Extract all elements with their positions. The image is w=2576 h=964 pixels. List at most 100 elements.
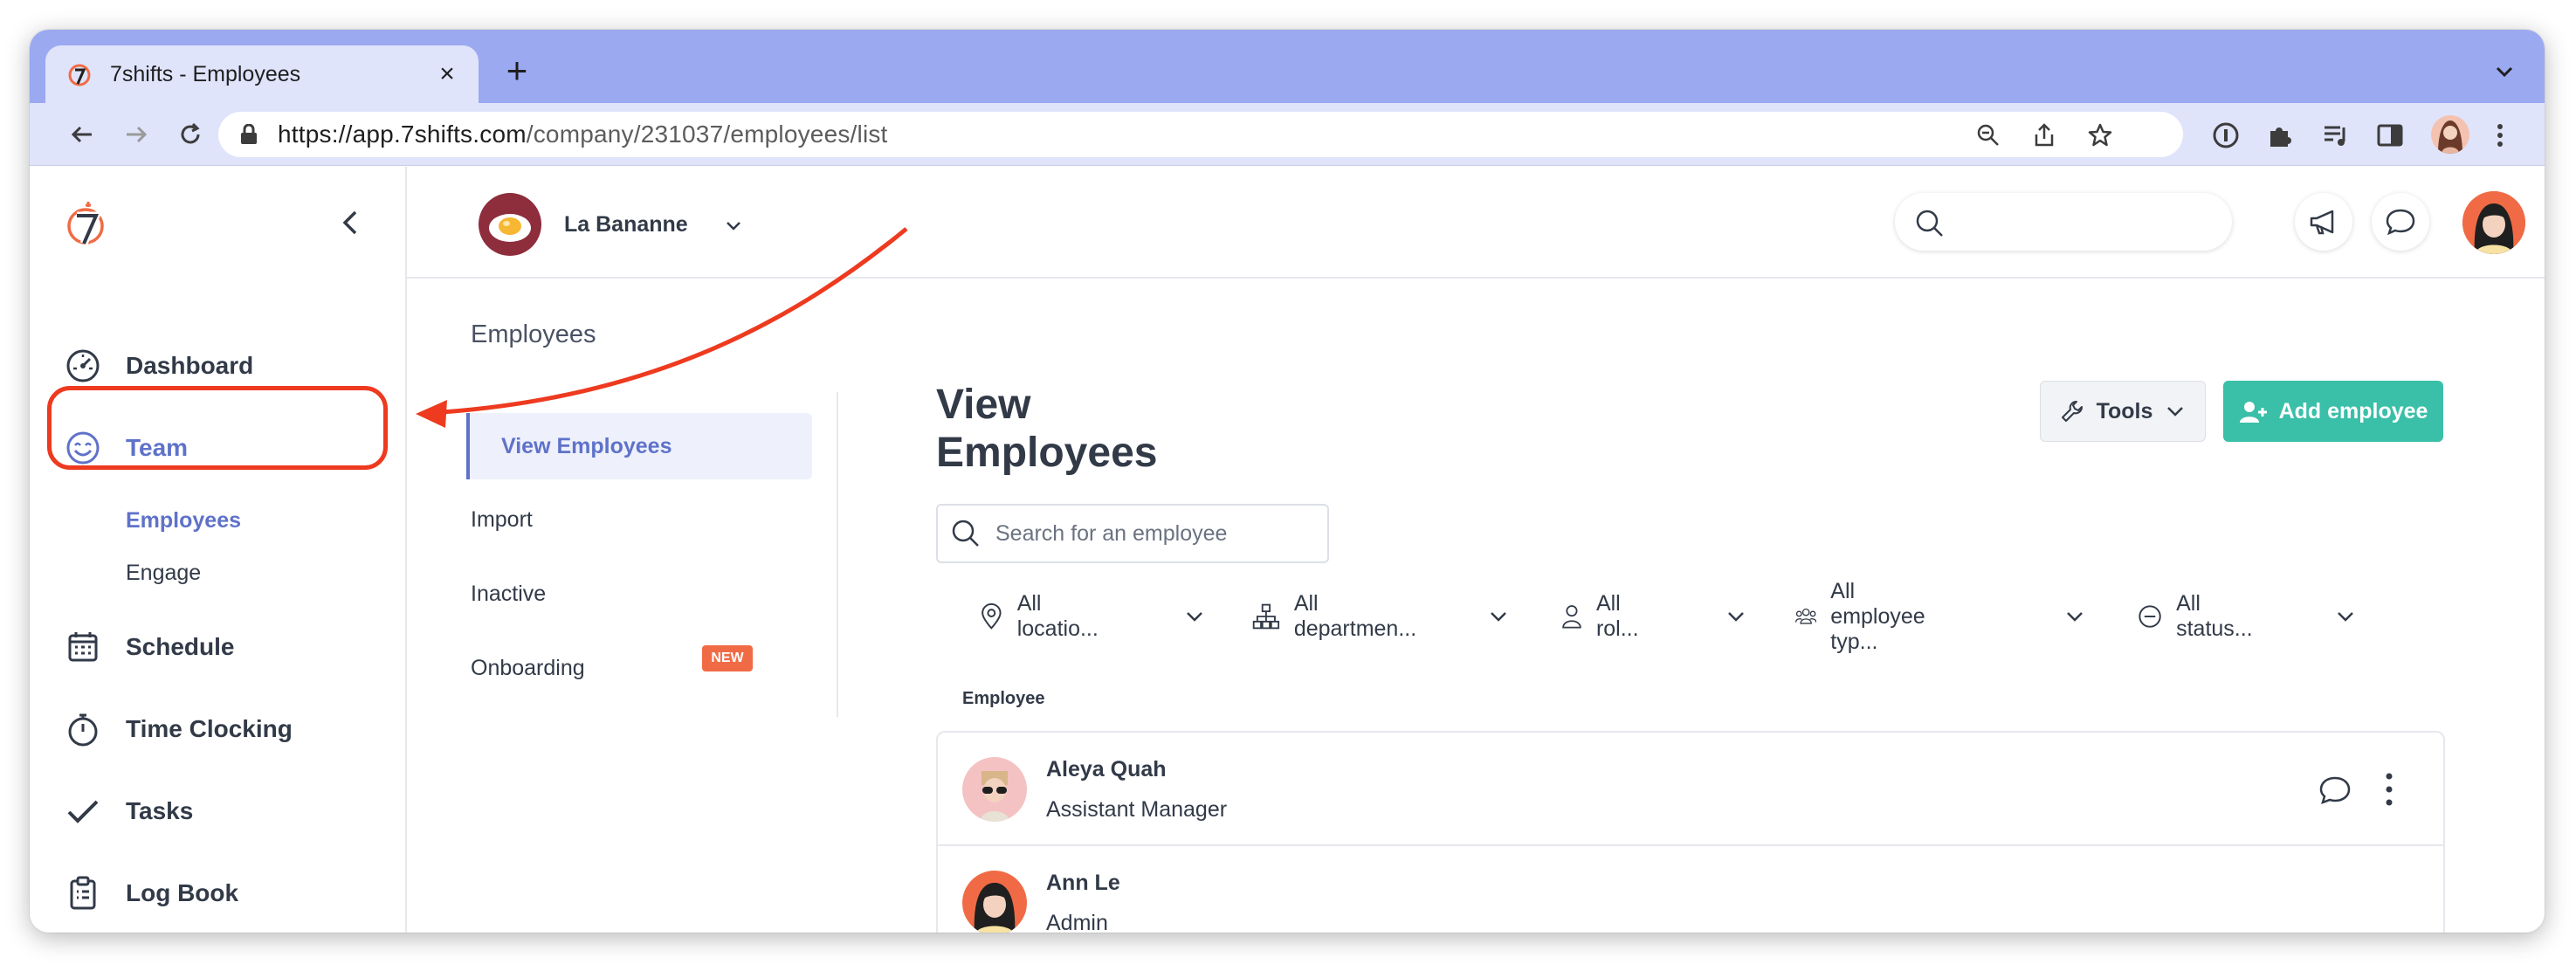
subnav-item-onboarding[interactable]: Onboarding [471,656,585,681]
profile-avatar[interactable] [2431,115,2469,154]
add-employee-button[interactable]: Add employee [2223,381,2443,442]
employee-name[interactable]: Ann Le [1046,871,1120,896]
table-row[interactable]: Aleya Quah Assistant Manager [938,733,2443,846]
filter-departments[interactable]: All departmen... [1252,591,1506,641]
side-panel-icon[interactable] [2375,120,2405,150]
url-domain: https://app.7shifts.com [278,120,527,148]
7shifts-logo-icon[interactable] [65,198,110,247]
back-arrow-icon[interactable] [63,115,101,154]
messages-button[interactable] [2372,193,2429,251]
org-icon [1252,603,1280,630]
location-avatar[interactable] [479,193,541,256]
filter-locations[interactable]: All locatio... [980,591,1202,641]
chevron-down-icon [2067,612,2083,622]
person-icon [1562,605,1581,629]
browser-tab[interactable]: 7shifts - Employees × [45,45,479,103]
reload-icon[interactable] [171,115,210,154]
user-avatar[interactable] [2462,191,2525,254]
filter-label: All rol... [1595,591,1639,641]
filter-label: All employee typ... [1830,578,1925,654]
lock-icon [241,124,257,144]
gauge-icon [65,348,101,384]
sidebar-item-tasks[interactable]: Tasks [65,785,193,837]
table-row[interactable]: Ann Le Admin [938,846,2443,933]
clipboard-icon [65,875,101,912]
employee-search[interactable] [936,504,1329,563]
add-user-icon [2239,402,2267,423]
employee-avatar [962,871,1027,933]
browser-toolbar: https://app.7shifts.com/company/231037/e… [30,103,2545,166]
employee-name[interactable]: Aleya Quah [1046,757,1167,782]
new-tab-button[interactable]: + [499,52,534,89]
calendar-icon [65,629,101,665]
sidebar-item-time-clocking[interactable]: Time Clocking [65,703,293,755]
url-path: /company/231037/employees/list [526,120,888,148]
zoom-icon[interactable] [1975,122,2001,148]
subnav-title: Employees [471,320,596,348]
filter-label: All status... [2176,591,2253,641]
tab-strip: 7shifts - Employees × + [30,30,2545,103]
subnav-item-import[interactable]: Import [471,507,533,533]
puzzle-icon[interactable] [2265,120,2295,150]
search-icon [1916,210,1943,237]
sidebar-subitem-employees[interactable]: Employees [126,508,241,534]
employee-role: Assistant Manager [1046,797,1228,822]
browser-window: 7shifts - Employees × + https://app.7shi… [30,30,2545,933]
subnav-item-inactive[interactable]: Inactive [471,582,546,607]
employee-search-input[interactable] [995,520,1327,547]
sidebar-item-label: Log Book [126,879,239,906]
chat-bubble-icon [2386,209,2415,236]
new-badge: NEW [702,645,753,671]
annotation-highlight [47,386,388,470]
column-header-employee: Employee [962,689,1045,708]
filter-employee-types[interactable]: All employee typ... [1795,579,2083,654]
employees-subnav: Employees View Employees Import Inactive… [407,279,844,933]
sidebar-subitem-engage[interactable]: Engage [126,561,201,586]
playlist-icon[interactable] [2321,120,2351,150]
subnav-item-label: View Employees [501,434,672,458]
address-bar[interactable]: https://app.7shifts.com/company/231037/e… [218,112,2183,157]
global-search[interactable] [1895,193,2232,251]
chevron-down-icon[interactable] [2489,56,2520,87]
sidebar-item-label: Tasks [126,797,194,824]
tab-title: 7shifts - Employees [110,61,301,86]
chat-bubble-icon[interactable] [2318,773,2352,808]
sidebar-item-dashboard[interactable]: Dashboard [65,340,253,392]
employee-avatar [962,757,1027,822]
page-title: View Employees [936,382,1158,476]
filter-roles[interactable]: All rol... [1561,591,1744,641]
pin-icon [981,602,1002,630]
more-options-icon[interactable] [2379,769,2400,809]
subnav-item-view-employees[interactable]: View Employees [466,413,812,479]
kebab-menu-icon[interactable] [2485,120,2515,150]
location-selector[interactable]: La Bananne [564,212,688,238]
chevron-down-icon [2167,407,2184,417]
collapse-sidebar-chevron-icon[interactable] [335,207,367,238]
tools-label: Tools [2096,398,2153,423]
stopwatch-icon [65,711,101,747]
add-employee-label: Add employee [2278,398,2428,423]
tools-button[interactable]: Tools [2040,381,2206,442]
sidebar: Dashboard Team Employees Engage Schedule [30,167,407,933]
star-icon[interactable] [2087,122,2113,148]
sidebar-item-log-book[interactable]: Log Book [65,867,238,919]
announcements-button[interactable] [2295,193,2352,251]
filter-status[interactable]: All status... [2138,591,2353,641]
megaphone-icon [2310,210,2334,235]
sidebar-item-label: Time Clocking [126,715,293,742]
tab-close-icon[interactable]: × [435,61,459,87]
forward-arrow-icon[interactable] [117,115,155,154]
filter-label: All departmen... [1293,591,1417,641]
share-icon[interactable] [2031,122,2057,148]
wrench-icon [2061,401,2083,422]
sidebar-item-schedule[interactable]: Schedule [65,621,234,673]
app-header: La Bananne [407,167,2545,279]
chevron-down-icon [1187,612,1202,622]
checkmark-icon [65,793,101,830]
info-circle-icon[interactable] [2211,120,2241,150]
chevron-down-icon [2338,612,2353,622]
people-icon [1795,608,1817,624]
subnav-divider [837,392,838,717]
employee-table: Aleya Quah Assistant Manager Ann Le Admi… [936,731,2445,933]
chevron-down-icon[interactable] [723,215,744,236]
